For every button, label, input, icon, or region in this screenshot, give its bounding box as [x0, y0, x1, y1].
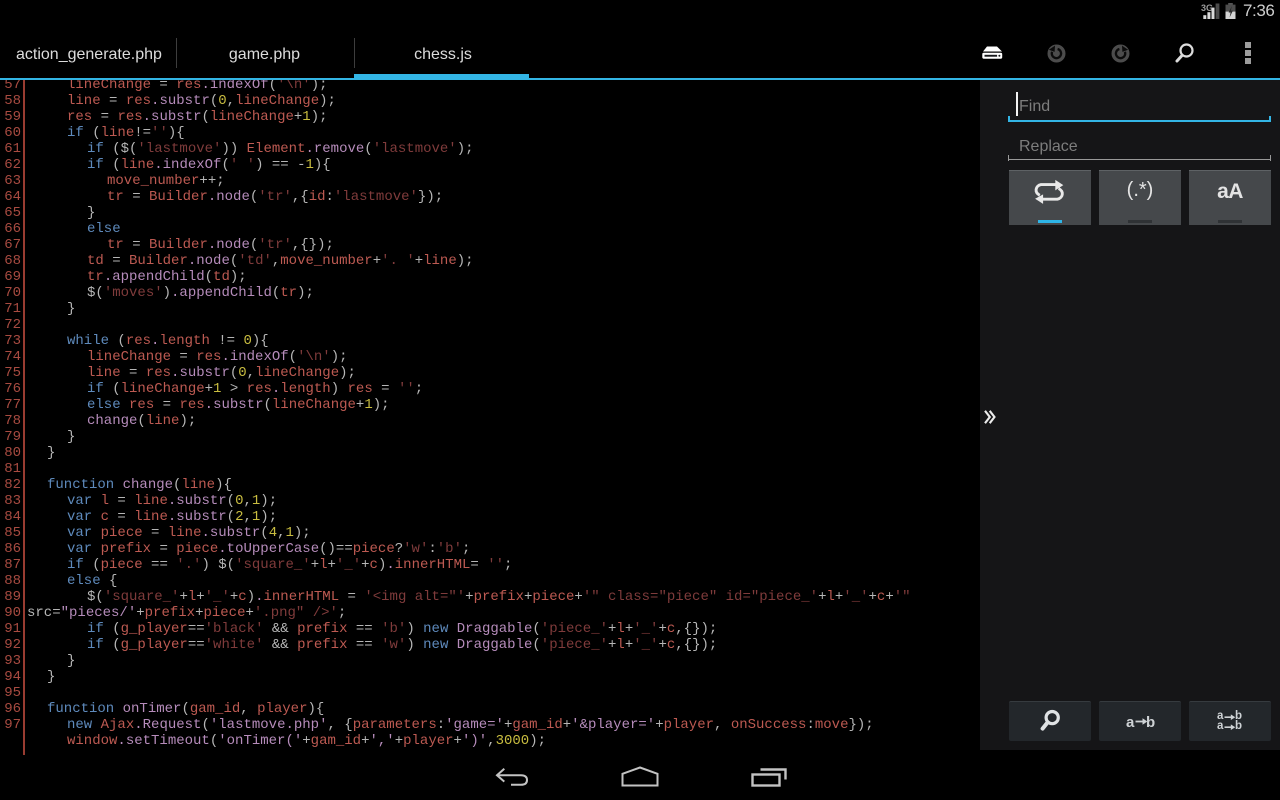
svg-text:3G: 3G — [1201, 3, 1213, 13]
